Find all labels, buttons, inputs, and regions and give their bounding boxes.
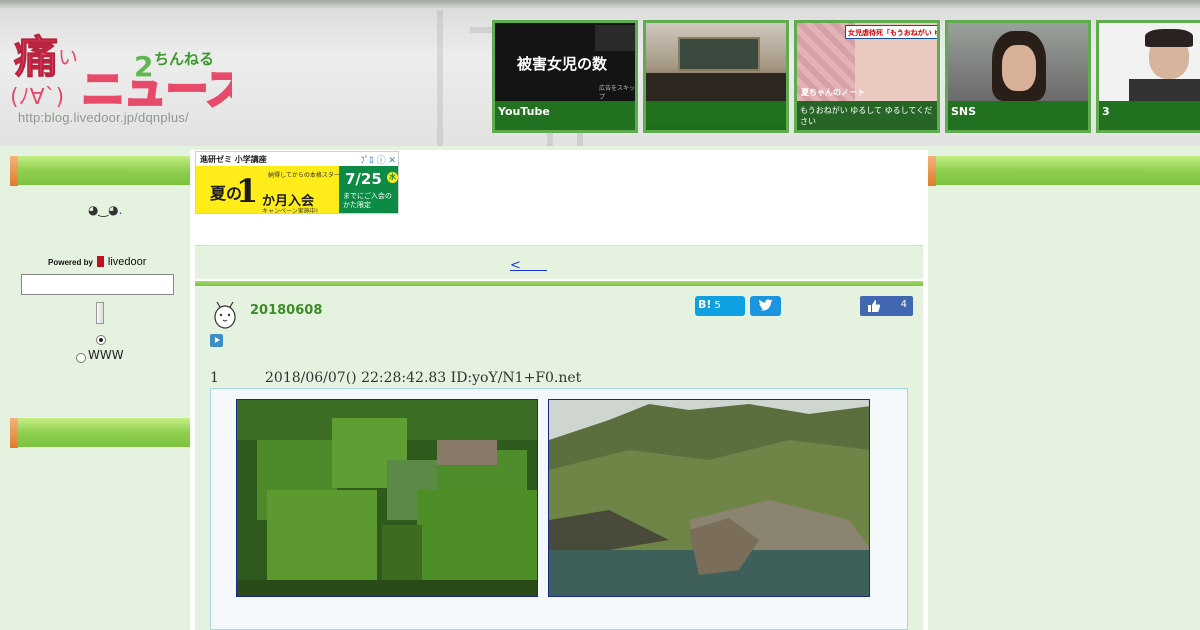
ad-note: までにご入会の かた限定 — [343, 192, 392, 209]
radio-www-label: WWW — [88, 348, 124, 362]
logo-graphic: 痛 い (ﾉ∀`) ニュース ちんねる 2 — [10, 32, 249, 116]
photo-island-village[interactable] — [548, 399, 870, 597]
facebook-like-count: 4 — [900, 299, 907, 310]
svg-text:痛: 痛 — [14, 32, 58, 83]
article: 20180608 B! 5 4 1 2018/06/07() 22:28:42.8… — [195, 286, 923, 630]
thumbnail-image — [1099, 23, 1200, 101]
left-sidebar: ◕‿◕. Powered by livedoor WWW — [10, 150, 190, 630]
post-number: 1 — [210, 370, 219, 386]
article-date[interactable]: 20180608 — [250, 303, 322, 318]
svg-text:(ﾉ∀`): (ﾉ∀`) — [12, 85, 64, 110]
svg-text:2: 2 — [134, 50, 153, 83]
ad-banner[interactable]: 進研ゼミ 小学講座 ﾌﾟﾛ ⓘ ✕ 夏の 1 納得してからの本格スタート! か月… — [195, 151, 399, 214]
twitter-share-button[interactable] — [750, 296, 781, 316]
thumbnail-classroom[interactable] — [643, 20, 789, 133]
thumbnail-3[interactable]: 3 — [1096, 20, 1200, 133]
thumbnail-image-text: 被害女児の数 — [517, 55, 608, 73]
svg-text:い: い — [58, 45, 78, 69]
ad-text-one: 1 — [236, 172, 259, 210]
twitter-icon — [759, 299, 773, 311]
svg-text:ニュース: ニュース — [82, 65, 232, 114]
ad-day: 水 — [387, 172, 398, 183]
facebook-like-button[interactable]: 4 — [860, 296, 913, 316]
thumbnail-youtube[interactable]: 被害女児の数 広告をスキップ YouTube — [492, 20, 638, 133]
sidebar-header-bar — [10, 155, 190, 186]
search-input[interactable] — [21, 274, 174, 295]
ad-body: 夏の 1 納得してからの本格スタート! か月入会 キャンペーン実施中! 7/25… — [196, 166, 398, 214]
post-image-box — [210, 388, 908, 630]
thumbs-up-icon — [868, 300, 881, 312]
thumbnail-image-inset — [595, 25, 635, 51]
search-button[interactable] — [96, 302, 104, 324]
header-top-line — [0, 0, 1200, 8]
person-hair — [1145, 29, 1193, 47]
brand-label: livedoor — [107, 256, 147, 268]
article-navigation: < — [195, 245, 923, 279]
svg-text:ちんねる: ちんねる — [154, 50, 214, 68]
hatena-label: B! — [698, 298, 712, 311]
photo-overgrown-houses[interactable] — [236, 399, 538, 597]
site-header: 痛 い (ﾉ∀`) ニュース ちんねる 2 http:blog.livedoor… — [0, 0, 1200, 146]
radio-www[interactable] — [76, 353, 86, 363]
island-village-image — [549, 400, 869, 596]
logo-url[interactable]: http:blog.livedoor.jp/dqnplus/ — [18, 110, 189, 125]
main-content: 進研ゼミ 小学講座 ﾌﾟﾛ ⓘ ✕ 夏の 1 納得してからの本格スタート! か月… — [190, 150, 928, 630]
thumbnail-image-subtext: 広告をスキップ — [599, 85, 636, 101]
thumbnail-image — [948, 23, 1088, 101]
post-meta: 2018/06/07() 22:28:42.83 ID:yoY/N1+F0.ne… — [265, 370, 582, 386]
ad-text-campaign: キャンペーン実施中! — [262, 208, 319, 214]
ad-text-small: 納得してからの本格スタート! — [268, 172, 349, 179]
thumbnail-caption-strip — [646, 123, 786, 130]
right-sidebar — [928, 150, 1200, 630]
thumbnail-sns[interactable]: SNS — [945, 20, 1091, 133]
thumbnail-caption: YouTube — [495, 101, 635, 130]
thumbnail-caption: もうおねがい ゆるして ゆるしてください — [797, 101, 937, 130]
thumbnail-image: 女児虐待死「もうおねがい ゆる 夏ちゃんのノート — [797, 23, 937, 101]
face-icon: ◕‿◕ — [88, 203, 119, 217]
ad-date: 7/25 — [345, 170, 382, 188]
news-headline: 女児虐待死「もうおねがい ゆる — [845, 25, 937, 39]
person-face — [1002, 45, 1036, 91]
radio-blog-search[interactable] — [96, 335, 106, 345]
thumbnail-caption: 3 — [1099, 101, 1200, 130]
thumbnail-news[interactable]: 女児虐待死「もうおねがい ゆる 夏ちゃんのノート もうおねがい ゆるして ゆるし… — [794, 20, 940, 133]
thumbnail-caption: SNS — [948, 101, 1088, 130]
overgrown-houses-image — [237, 400, 537, 596]
thumbnail-image — [646, 23, 786, 101]
play-icon[interactable] — [210, 334, 223, 347]
powered-by-label: Powered by — [48, 258, 93, 267]
face-link-text[interactable]: . — [119, 203, 123, 217]
bear-icon — [214, 301, 236, 329]
hatena-count: 5 — [714, 300, 721, 311]
hatena-bookmark-button[interactable]: B! 5 — [695, 296, 745, 316]
powered-by-livedoor[interactable]: Powered by livedoor — [48, 256, 146, 268]
students-shape — [646, 73, 786, 101]
ad-date-box: 7/25 水 までにご入会の かた限定 — [339, 166, 398, 213]
livedoor-logo-icon — [96, 256, 104, 267]
sidebar-header-bar — [928, 155, 1200, 186]
prev-article-link[interactable]: < — [510, 254, 547, 273]
blackboard-shape — [678, 37, 760, 71]
face-link[interactable]: ◕‿◕. — [88, 203, 122, 217]
news-subtitle: 夏ちゃんのノート — [801, 88, 865, 97]
person-shirt — [1129, 79, 1200, 101]
thumbnail-image: 被害女児の数 広告をスキップ — [495, 23, 635, 101]
sidebar-header-bar — [10, 417, 190, 448]
ad-choices-icon[interactable]: ﾌﾟﾛ ⓘ ✕ — [360, 153, 396, 166]
